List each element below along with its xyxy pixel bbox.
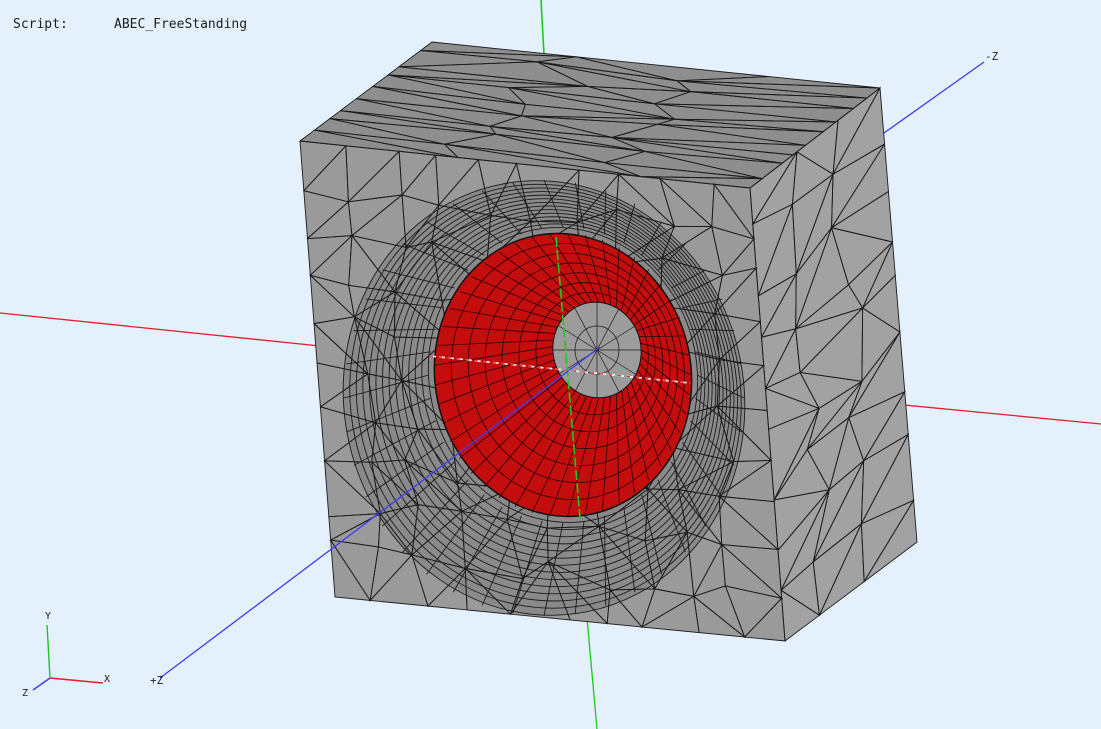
pos-z-axis-label: +Z: [150, 674, 164, 687]
triad-x-label: X: [104, 674, 111, 685]
triad-z-label: Z: [22, 688, 29, 699]
orientation-triad: [32, 624, 104, 691]
y-axis-bottom: [586, 617, 598, 729]
script-name: ABEC_FreeStanding: [114, 17, 248, 32]
triad-y-label: Y: [45, 611, 52, 622]
x-axis-left: [0, 312, 321, 347]
z-axis-back: [883, 61, 985, 134]
mesh-scene[interactable]: [0, 0, 1101, 729]
script-label: Script:: [13, 17, 68, 32]
3d-viewport[interactable]: Script: ABEC_FreeStanding -Z +Z Y X Z: [0, 0, 1101, 729]
neg-z-axis-label: -Z: [985, 50, 999, 63]
